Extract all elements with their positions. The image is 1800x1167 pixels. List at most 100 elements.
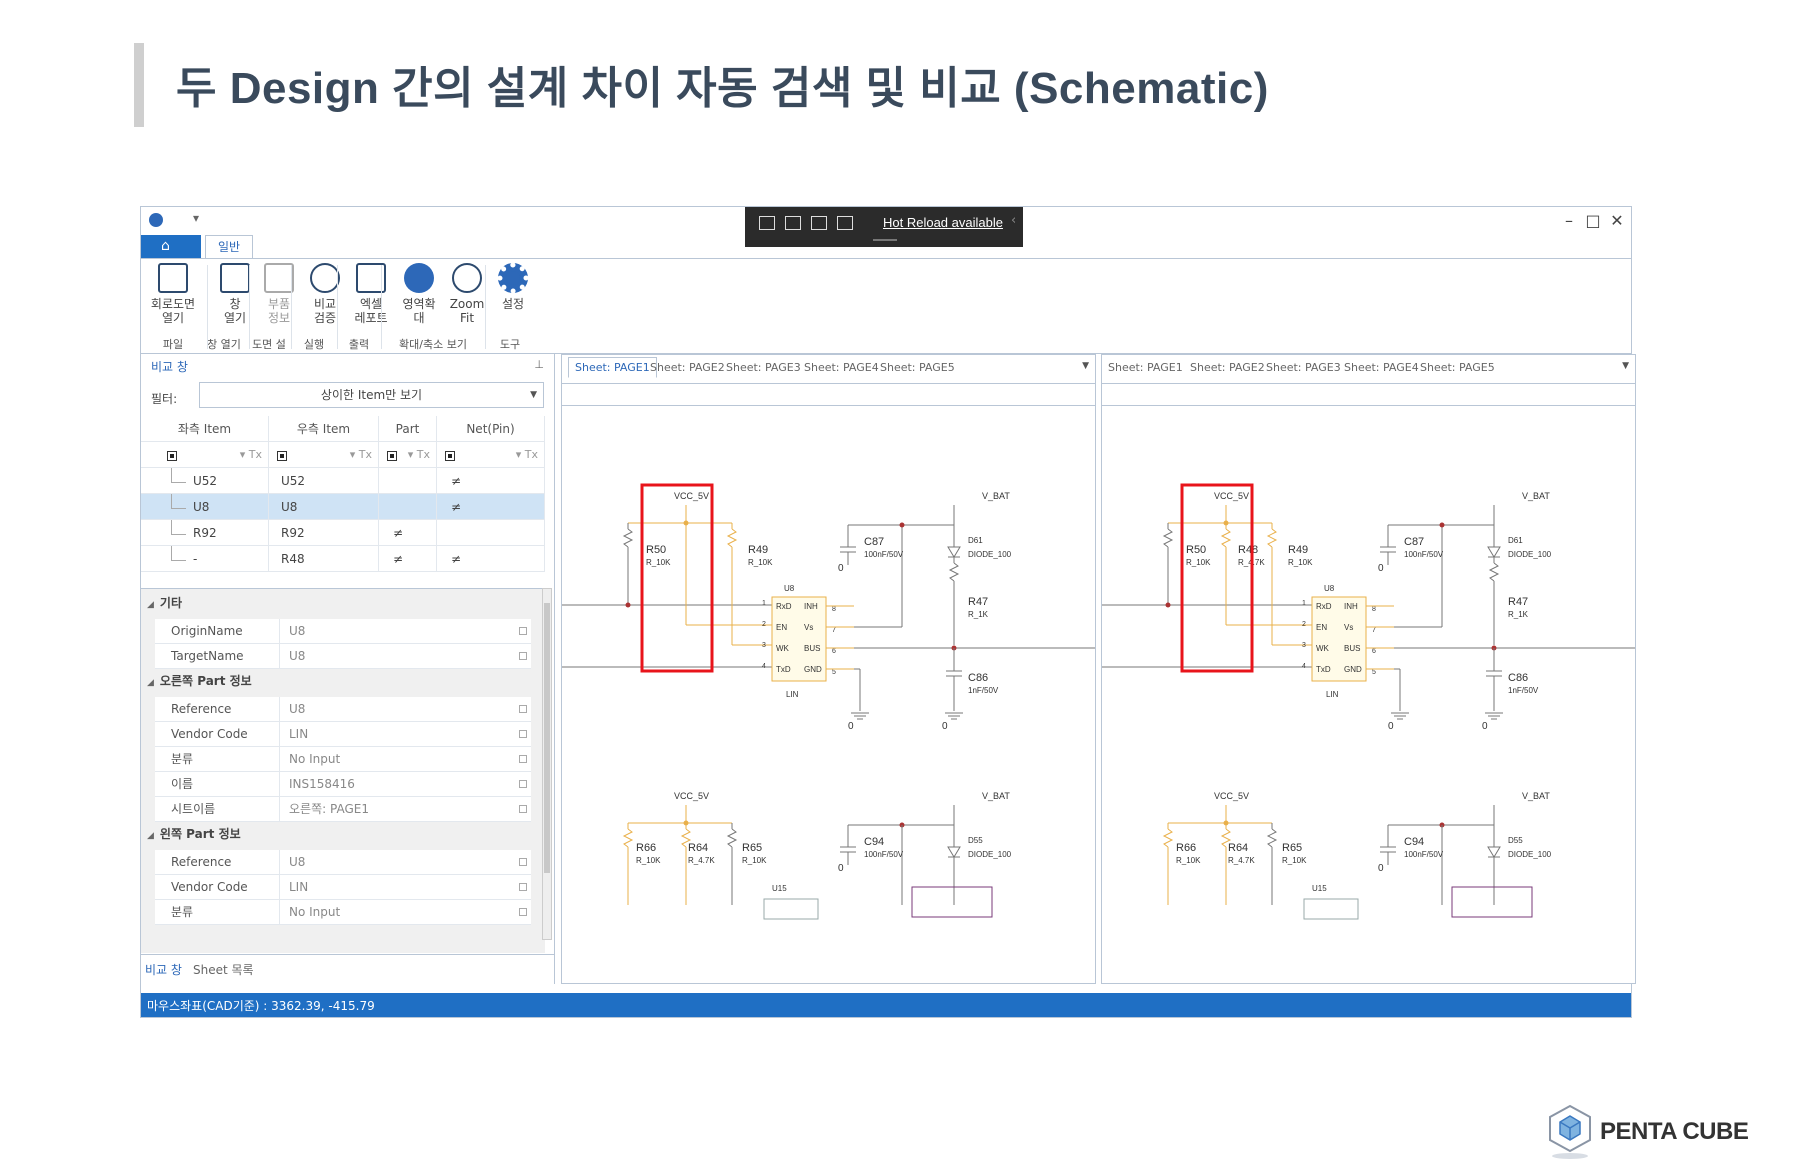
- minimize-icon[interactable]: –: [1559, 211, 1579, 230]
- property-row[interactable]: 시트이름 오른쪽: PAGE1: [155, 797, 531, 822]
- property-reset-box[interactable]: [519, 705, 527, 713]
- pin-icon[interactable]: ⊥: [534, 358, 544, 371]
- property-row[interactable]: Vendor Code LIN: [155, 875, 531, 900]
- tab-sheet-page1[interactable]: Sheet: PAGE1: [568, 357, 657, 378]
- tab-sheet-page1[interactable]: Sheet: PAGE1: [1108, 361, 1183, 374]
- ribbon-button-7[interactable]: 설정: [491, 263, 535, 311]
- property-reset-box[interactable]: [519, 908, 527, 916]
- collapse-icon[interactable]: ◢: [147, 678, 154, 688]
- clear-filter-icon[interactable]: ▾ Tx: [408, 442, 430, 468]
- schematic-canvas[interactable]: VCC_5V V_BAT R50 R_10K R49 R_10K U8 LIN RxD INH 1 8…: [562, 405, 1096, 984]
- property-row[interactable]: 분류 No Input: [155, 747, 531, 772]
- property-row[interactable]: TargetName U8: [155, 644, 531, 669]
- tab-sheet-page4[interactable]: Sheet: PAGE4: [1344, 361, 1419, 374]
- connector: [911, 886, 993, 918]
- home-tab[interactable]: ⌂: [141, 235, 201, 259]
- tab-general[interactable]: 일반: [205, 235, 253, 259]
- collapse-icon[interactable]: ◢: [147, 600, 154, 610]
- column-header[interactable]: Part: [379, 416, 437, 442]
- filter-checkbox-icon[interactable]: [277, 450, 287, 461]
- quick-access-dropdown-icon[interactable]: ▾: [193, 211, 199, 225]
- chevron-down-icon[interactable]: ▼: [1622, 361, 1629, 371]
- property-reset-box[interactable]: [519, 780, 527, 788]
- property-row[interactable]: 분류 No Input: [155, 900, 531, 925]
- property-reset-box[interactable]: [519, 730, 527, 738]
- filter-checkbox-icon[interactable]: [445, 450, 455, 461]
- property-reset-box[interactable]: [519, 755, 527, 763]
- clear-filter-icon[interactable]: ▾ Tx: [516, 442, 538, 468]
- scroll-thumb[interactable]: [544, 603, 550, 873]
- capacitor-ref: C87: [864, 536, 884, 548]
- schematic-canvas[interactable]: VCC_5V V_BAT R50 R_10K R48 R_4.7K R49 R_10K U8 LI…: [1102, 405, 1636, 984]
- property-reset-box[interactable]: [519, 805, 527, 813]
- property-row[interactable]: OriginName U8: [155, 619, 531, 644]
- tab-sheet-list[interactable]: Sheet 목록: [193, 961, 254, 978]
- tab-sheet-page2[interactable]: Sheet: PAGE2: [650, 361, 725, 374]
- property-row[interactable]: Vendor Code LIN: [155, 722, 531, 747]
- column-header[interactable]: 우측 Item: [269, 416, 379, 442]
- maximize-icon[interactable]: □: [1583, 211, 1603, 230]
- property-reset-box[interactable]: [519, 627, 527, 635]
- column-header[interactable]: Net(Pin): [437, 416, 545, 442]
- ribbon-button-0[interactable]: 회로도면 열기: [145, 263, 201, 325]
- chevron-left-icon[interactable]: ‹: [1011, 213, 1016, 228]
- property-reset-box[interactable]: [519, 858, 527, 866]
- property-row[interactable]: Reference U8: [155, 850, 531, 875]
- tab-compare[interactable]: 비교 창: [145, 961, 182, 978]
- ribbon-button-6[interactable]: Zoom Fit: [445, 263, 489, 325]
- column-header[interactable]: 좌측 Item: [141, 416, 269, 442]
- hot-reload-link[interactable]: Hot Reload available: [883, 215, 1003, 230]
- capacitor-val: 1nF/50V: [1508, 686, 1539, 695]
- filter-select[interactable]: 상이한 Item만 보기 ▼: [199, 382, 544, 408]
- ribbon-button-1[interactable]: 창 열기: [213, 263, 257, 325]
- table-row[interactable]: R92 R92 ≠: [141, 520, 545, 546]
- filter-cell[interactable]: ▾ Tx: [379, 442, 437, 468]
- filter-cell[interactable]: ▾ Tx: [269, 442, 379, 468]
- table-row[interactable]: - R48 ≠ ≠: [141, 546, 545, 572]
- capacitor-val: 100nF/50V: [1404, 550, 1444, 559]
- filter-checkbox-icon[interactable]: [387, 450, 397, 461]
- property-category[interactable]: ◢ 기타: [147, 591, 182, 615]
- ribbon-button-3[interactable]: 비교 검증: [303, 263, 347, 325]
- property-category-label: 오른쪽 Part 정보: [159, 674, 252, 688]
- tab-sheet-page5[interactable]: Sheet: PAGE5: [1420, 361, 1495, 374]
- filter-cell[interactable]: ▾ Tx: [437, 442, 545, 468]
- close-icon[interactable]: ✕: [1607, 211, 1627, 230]
- ribbon-button-4[interactable]: 엑셀 레포트: [349, 263, 393, 325]
- property-row[interactable]: 이름 INS158416: [155, 772, 531, 797]
- collapse-icon[interactable]: ◢: [147, 831, 154, 841]
- property-row[interactable]: Reference U8: [155, 697, 531, 722]
- hot-reload-select-icon[interactable]: [759, 216, 775, 230]
- ribbon-button-2[interactable]: 부품 정보: [257, 263, 301, 325]
- property-scrollbar[interactable]: [542, 588, 552, 940]
- hot-reload-pointer-icon[interactable]: [785, 216, 801, 230]
- clear-filter-icon[interactable]: ▾ Tx: [240, 442, 262, 468]
- tab-sheet-page5[interactable]: Sheet: PAGE5: [880, 361, 955, 374]
- property-category[interactable]: ◢ 오른쪽 Part 정보: [147, 669, 252, 693]
- hot-reload-frame-icon[interactable]: [811, 216, 827, 230]
- ribbon-button-5[interactable]: 영역확대: [397, 263, 441, 325]
- tab-sheet-page4[interactable]: Sheet: PAGE4: [804, 361, 879, 374]
- property-divider: [279, 875, 280, 900]
- resistor-symbol: [1162, 528, 1174, 548]
- chevron-down-icon[interactable]: ▼: [1082, 361, 1089, 371]
- table-row[interactable]: U52 U52 ≠: [141, 468, 545, 494]
- vcc-label: VCC_5V: [674, 791, 709, 801]
- resistor-ref: R66: [636, 842, 656, 854]
- tab-sheet-page3[interactable]: Sheet: PAGE3: [1266, 361, 1341, 374]
- table-cell: ≠: [437, 546, 545, 572]
- filter-checkbox-icon[interactable]: [167, 450, 177, 461]
- clear-filter-icon[interactable]: ▾ Tx: [350, 442, 372, 468]
- hot-reload-layout-icon[interactable]: [837, 216, 853, 230]
- property-reset-box[interactable]: [519, 652, 527, 660]
- left-schematic-view[interactable]: Sheet: PAGE1 Sheet: PAGE2 Sheet: PAGE3 Shee…: [561, 354, 1096, 984]
- tab-sheet-page3[interactable]: Sheet: PAGE3: [726, 361, 801, 374]
- table-cell: U8: [141, 494, 269, 520]
- property-category[interactable]: ◢ 왼쪽 Part 정보: [147, 822, 241, 846]
- property-reset-box[interactable]: [519, 883, 527, 891]
- tab-sheet-page2[interactable]: Sheet: PAGE2: [1190, 361, 1265, 374]
- table-row[interactable]: U8 U8 ≠: [141, 494, 545, 520]
- right-schematic-view[interactable]: Sheet: PAGE1 Sheet: PAGE2 Sheet: PAGE3 Shee…: [1101, 354, 1636, 984]
- property-value: U8: [289, 649, 306, 663]
- filter-cell[interactable]: ▾ Tx: [141, 442, 269, 468]
